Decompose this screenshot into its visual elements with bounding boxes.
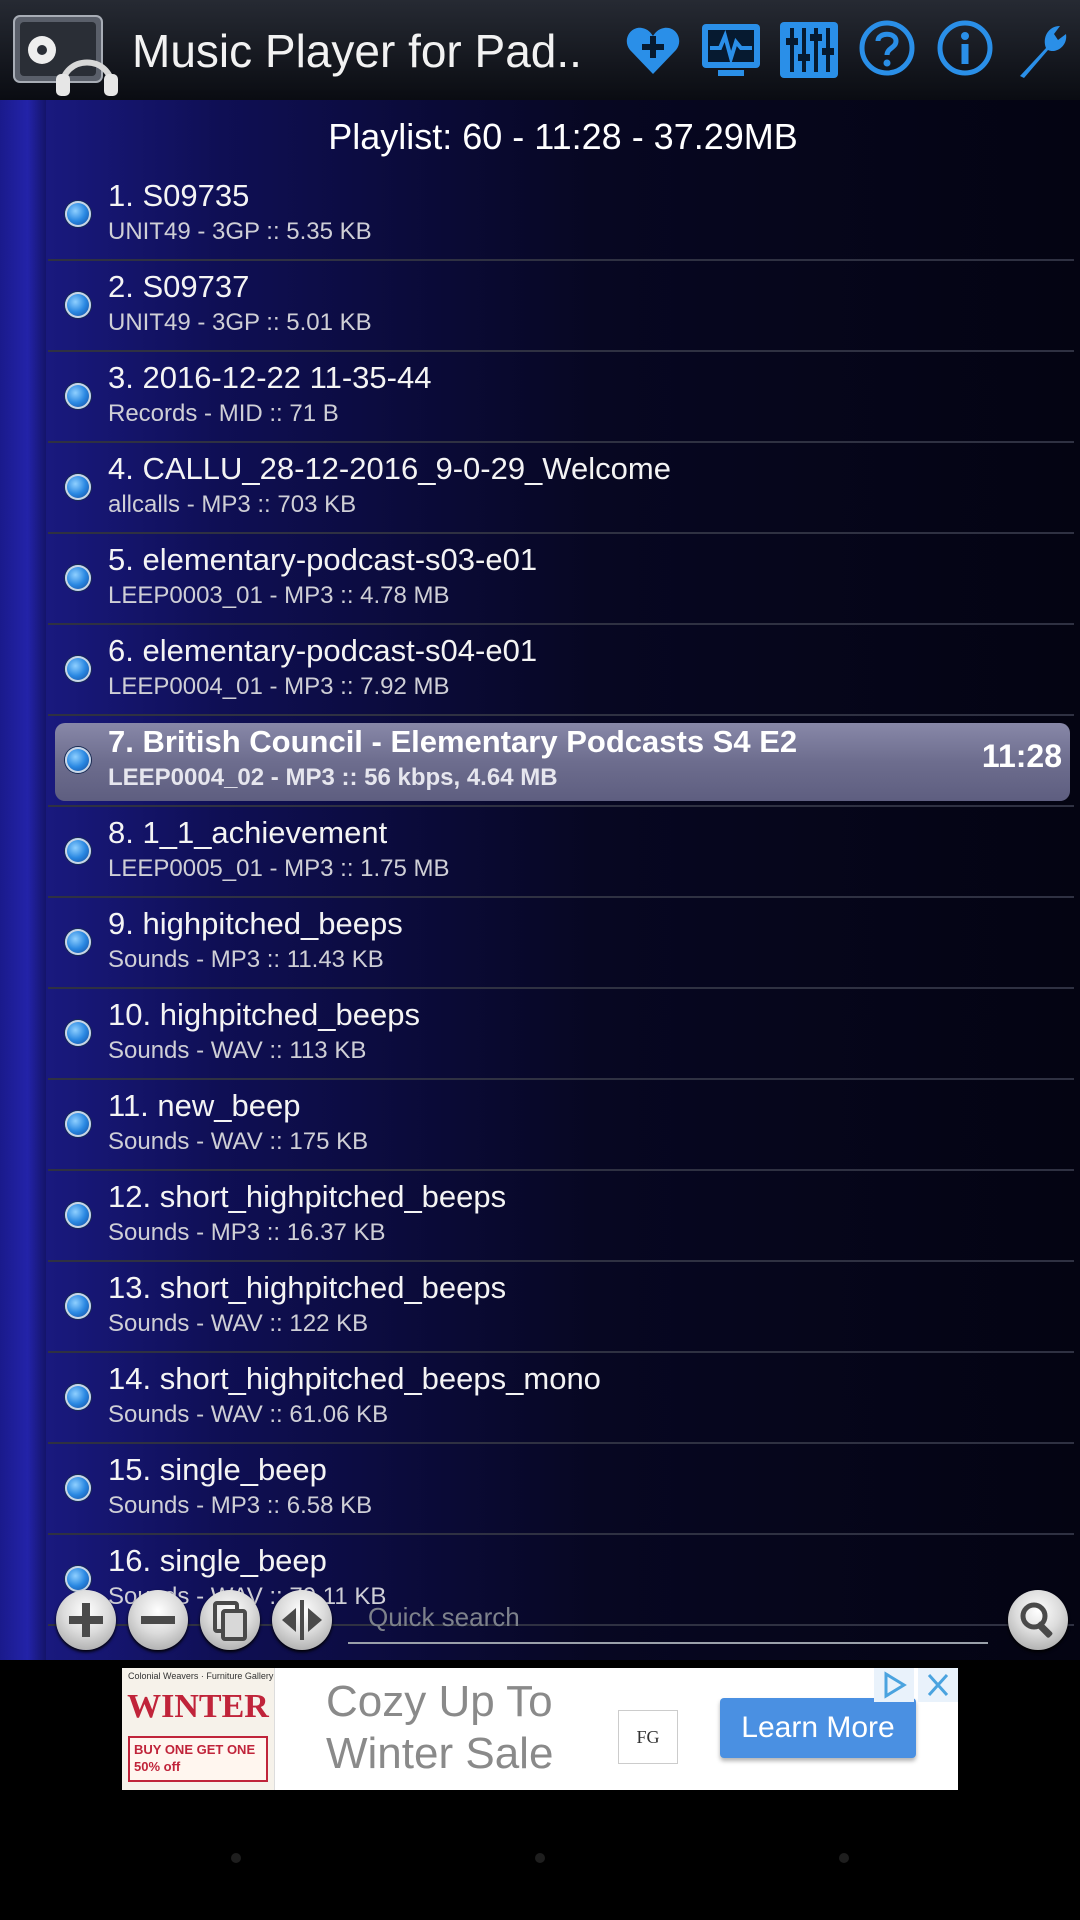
track-title: 1. S09735 bbox=[108, 178, 250, 213]
nav-dot bbox=[231, 1853, 241, 1863]
track-title: 15. single_beep bbox=[108, 1452, 327, 1487]
settings-wrench-icon[interactable] bbox=[1010, 18, 1076, 84]
track-info: LEEP0005_01 - MP3 :: 1.75 MB bbox=[108, 855, 450, 882]
track-bullet-icon bbox=[65, 383, 91, 409]
track-title: 12. short_highpitched_beeps bbox=[108, 1179, 507, 1214]
track-title: 8. 1_1_achievement bbox=[108, 815, 388, 850]
track-info: LEEP0004_01 - MP3 :: 7.92 MB bbox=[108, 673, 450, 700]
copy-icon[interactable] bbox=[200, 1590, 260, 1650]
ad-mini-logo: FG bbox=[618, 1710, 678, 1764]
visualizer-icon[interactable] bbox=[698, 18, 764, 84]
add-icon[interactable] bbox=[56, 1590, 116, 1650]
track-title: 9. highpitched_beeps bbox=[108, 906, 403, 941]
ad-banner[interactable]: Colonial Weavers · Furniture Gallery WIN… bbox=[122, 1668, 958, 1790]
playlist-summary: Playlist: 60 - 11:28 - 37.29MB bbox=[328, 116, 798, 157]
left-panel bbox=[0, 100, 46, 1660]
track-bullet-icon bbox=[65, 292, 91, 318]
track-info: Sounds - MP3 :: 16.37 KB bbox=[108, 1219, 386, 1246]
sort-icon[interactable] bbox=[272, 1590, 332, 1650]
nav-dot bbox=[535, 1853, 545, 1863]
track-title: 11. new_beep bbox=[108, 1088, 301, 1123]
track-title: 2. S09737 bbox=[108, 269, 250, 304]
track-info: LEEP0004_02 - MP3 :: 56 kbps, 4.64 MB bbox=[108, 764, 558, 791]
quick-search-input[interactable] bbox=[348, 1592, 988, 1644]
nav-dot bbox=[839, 1853, 849, 1863]
bottom-toolbar bbox=[46, 1570, 1080, 1660]
track-title: 7. British Council - Elementary Podcasts… bbox=[108, 724, 798, 759]
track-title: 4. CALLU_28-12-2016_9-0-29_Welcome bbox=[108, 451, 671, 486]
learn-more-button[interactable]: Learn More bbox=[720, 1698, 916, 1758]
list-item[interactable]: 2. S09737 UNIT49 - 3GP :: 5.01 KB bbox=[48, 261, 1074, 352]
close-icon[interactable] bbox=[918, 1668, 958, 1702]
track-bullet-icon bbox=[65, 656, 91, 682]
ad-brand: Colonial Weavers · Furniture Gallery bbox=[128, 1671, 274, 1681]
track-info: allcalls - MP3 :: 703 KB bbox=[108, 491, 357, 518]
track-title: 3. 2016-12-22 11-35-44 bbox=[108, 360, 432, 395]
list-item-now-playing[interactable]: 7. British Council - Elementary Podcasts… bbox=[48, 716, 1074, 807]
remove-icon[interactable] bbox=[128, 1590, 188, 1650]
help-icon[interactable] bbox=[854, 18, 920, 84]
info-icon[interactable] bbox=[932, 18, 998, 84]
track-bullet-icon bbox=[65, 565, 91, 591]
track-bullet-icon bbox=[65, 929, 91, 955]
track-bullet-icon bbox=[65, 1202, 91, 1228]
track-bullet-icon bbox=[65, 838, 91, 864]
title-bar: Music Player for Pad.. bbox=[0, 0, 1080, 100]
track-info: Records - MID :: 71 B bbox=[108, 400, 339, 427]
track-title: 13. short_highpitched_beeps bbox=[108, 1270, 507, 1305]
track-info: Sounds - MP3 :: 6.58 KB bbox=[108, 1492, 373, 1519]
list-item[interactable]: 4. CALLU_28-12-2016_9-0-29_Welcome allca… bbox=[48, 443, 1074, 534]
app-title: Music Player for Pad.. bbox=[132, 25, 582, 77]
track-duration: 11:28 bbox=[981, 738, 1062, 774]
track-bullet-icon bbox=[65, 747, 91, 773]
list-item[interactable]: 9. highpitched_beeps Sounds - MP3 :: 11.… bbox=[48, 898, 1074, 989]
list-item[interactable]: 14. short_highpitched_beeps_mono Sounds … bbox=[48, 1353, 1074, 1444]
search-icon[interactable] bbox=[1008, 1590, 1068, 1650]
favorite-add-icon[interactable] bbox=[620, 18, 686, 84]
ad-image: Colonial Weavers · Furniture Gallery WIN… bbox=[122, 1668, 275, 1790]
equalizer-icon[interactable] bbox=[776, 18, 842, 84]
list-item[interactable]: 5. elementary-podcast-s03-e01 LEEP0003_0… bbox=[48, 534, 1074, 625]
track-info: UNIT49 - 3GP :: 5.01 KB bbox=[108, 309, 372, 336]
track-bullet-icon bbox=[65, 1475, 91, 1501]
screen: { "app": { "title": "Music Player for Pa… bbox=[0, 0, 1080, 1920]
track-title: 10. highpitched_beeps bbox=[108, 997, 420, 1032]
ad-winter-text: WINTER bbox=[127, 1688, 269, 1725]
list-item[interactable]: 8. 1_1_achievement LEEP0005_01 - MP3 :: … bbox=[48, 807, 1074, 898]
track-info: Sounds - MP3 :: 11.43 KB bbox=[108, 946, 384, 973]
list-item[interactable]: 10. highpitched_beeps Sounds - WAV :: 11… bbox=[48, 989, 1074, 1080]
list-item[interactable]: 1. S09735 UNIT49 - 3GP :: 5.35 KB bbox=[48, 170, 1074, 261]
list-item[interactable]: 15. single_beep Sounds - MP3 :: 6.58 KB bbox=[48, 1444, 1074, 1535]
list-item[interactable]: 12. short_highpitched_beeps Sounds - MP3… bbox=[48, 1171, 1074, 1262]
ad-choices-icon[interactable] bbox=[874, 1668, 914, 1702]
track-info: Sounds - WAV :: 61.06 KB bbox=[108, 1401, 389, 1428]
track-bullet-icon bbox=[65, 201, 91, 227]
list-item[interactable]: 6. elementary-podcast-s04-e01 LEEP0004_0… bbox=[48, 625, 1074, 716]
track-title: 5. elementary-podcast-s03-e01 bbox=[108, 542, 538, 577]
list-item[interactable]: 3. 2016-12-22 11-35-44 Records - MID :: … bbox=[48, 352, 1074, 443]
track-title: 14. short_highpitched_beeps_mono bbox=[108, 1361, 601, 1396]
ad-headline-line2: Winter Sale bbox=[326, 1729, 554, 1778]
track-info: Sounds - WAV :: 113 KB bbox=[108, 1037, 367, 1064]
track-info: Sounds - WAV :: 175 KB bbox=[108, 1128, 369, 1155]
track-bullet-icon bbox=[65, 1020, 91, 1046]
ad-offer: BUY ONE GET ONE 50% off bbox=[128, 1736, 268, 1782]
playlist[interactable]: 1. S09735 UNIT49 - 3GP :: 5.35 KB 2. S09… bbox=[48, 170, 1074, 1672]
list-item[interactable]: 11. new_beep Sounds - WAV :: 175 KB bbox=[48, 1080, 1074, 1171]
track-info: UNIT49 - 3GP :: 5.35 KB bbox=[108, 218, 372, 245]
track-bullet-icon bbox=[65, 1293, 91, 1319]
track-bullet-icon bbox=[65, 1111, 91, 1137]
track-bullet-icon bbox=[65, 474, 91, 500]
track-title: 6. elementary-podcast-s04-e01 bbox=[108, 633, 538, 668]
ad-headline: Cozy Up To Winter Sale bbox=[326, 1676, 553, 1780]
track-bullet-icon bbox=[65, 1384, 91, 1410]
track-info: Sounds - WAV :: 122 KB bbox=[108, 1310, 369, 1337]
ad-headline-line1: Cozy Up To bbox=[326, 1677, 553, 1726]
music-headphones-icon bbox=[12, 14, 118, 98]
main-area: Playlist: 60 - 11:28 - 37.29MB 1. S09735… bbox=[0, 100, 1080, 1660]
list-item[interactable]: 13. short_highpitched_beeps Sounds - WAV… bbox=[48, 1262, 1074, 1353]
track-info: LEEP0003_01 - MP3 :: 4.78 MB bbox=[108, 582, 450, 609]
